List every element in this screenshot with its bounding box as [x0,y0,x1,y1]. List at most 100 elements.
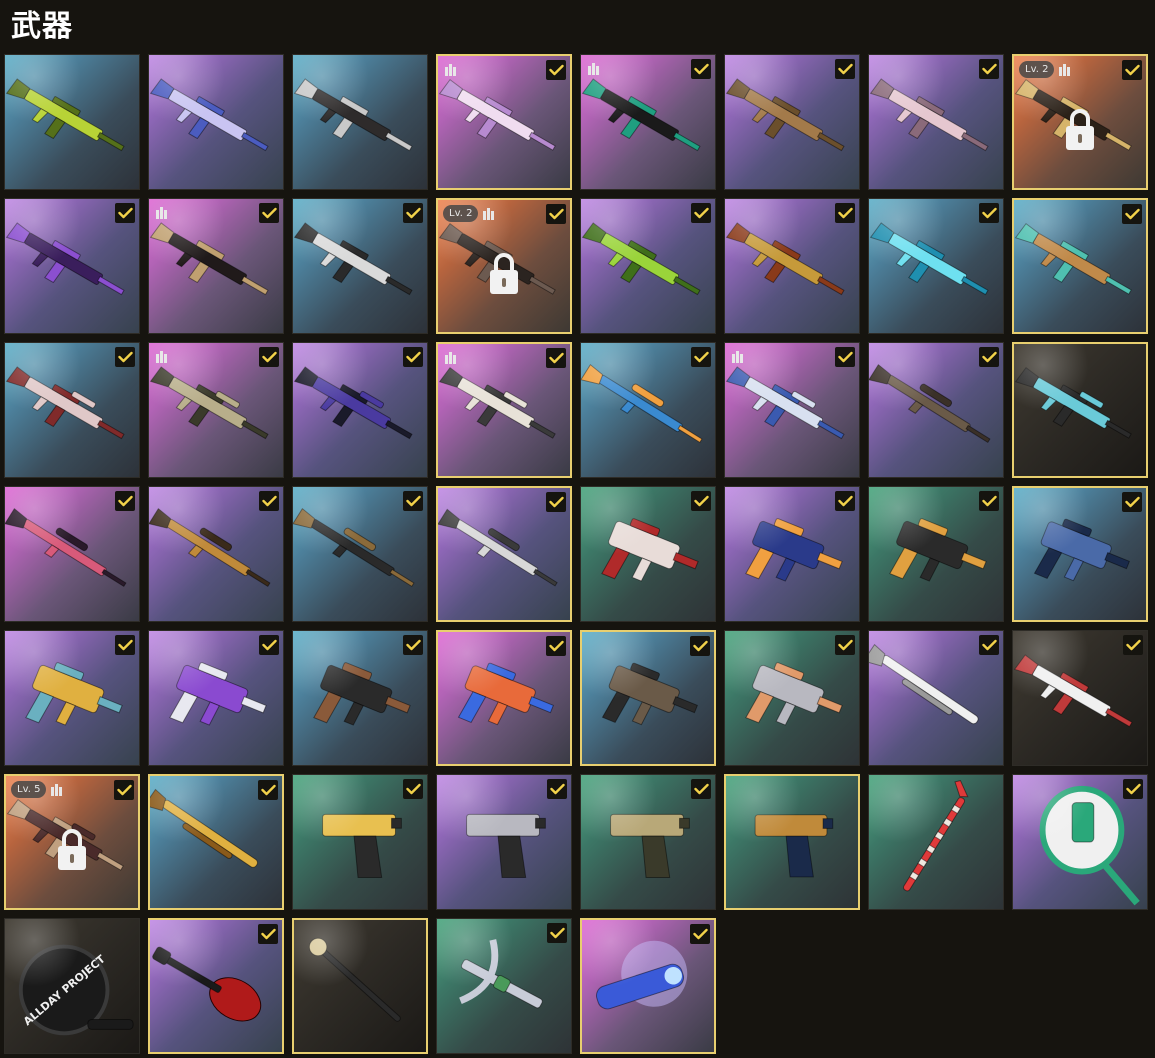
weapon-slot-smg-graffiti[interactable] [4,630,140,766]
checkmark-icon[interactable] [690,636,710,656]
checkmark-icon[interactable] [835,59,855,79]
checkmark-icon[interactable] [403,635,423,655]
weapon-slot-rifle-yellow-camo[interactable] [4,54,140,190]
checkmark-icon[interactable] [691,59,711,79]
weapon-slot-smg-rainbow[interactable] [436,630,572,766]
weapon-slot-dmr-khaki[interactable] [148,342,284,478]
weapon-slot-rifle-white-red[interactable] [1012,630,1148,766]
weapon-slot-rifle-gold-bullpup[interactable] [724,198,860,334]
weapon-slot-pistol-grey[interactable] [436,774,572,910]
upgrade-bars-icon [51,784,62,796]
checkmark-icon[interactable] [1123,635,1143,655]
weapon-slot-rifle-black-gold[interactable] [148,198,284,334]
weapon-slot-cane-gold[interactable] [292,918,428,1054]
weapon-slot-smg-blue-camo[interactable] [1012,486,1148,622]
checkmark-icon[interactable] [115,347,135,367]
checkmark-icon[interactable] [835,635,855,655]
weapon-slot-rifle-white-black[interactable] [292,198,428,334]
checkmark-icon[interactable] [403,491,423,511]
checkmark-icon[interactable] [1122,60,1142,80]
checkmark-icon[interactable] [691,203,711,223]
weapon-slot-dmr-dark-teal[interactable] [1012,342,1148,478]
weapon-slot-shotgun-gold[interactable] [148,774,284,910]
weapon-slot-pan-allday-project[interactable]: ALLDAY PROJECT [4,918,140,1054]
weapon-slot-lmg-camo[interactable] [580,630,716,766]
weapon-slot-rifle-green-lime[interactable] [580,198,716,334]
checkmark-icon[interactable] [258,924,278,944]
checkmark-icon[interactable] [546,204,566,224]
checkmark-icon[interactable] [1123,779,1143,799]
weapon-slot-smg-black-orange[interactable] [868,486,1004,622]
weapon-slot-rifle-cyan[interactable] [868,198,1004,334]
weapon-slot-rifle-teal-black[interactable] [580,54,716,190]
checkmark-icon[interactable] [259,491,279,511]
checkmark-icon[interactable] [979,635,999,655]
checkmark-icon[interactable] [979,59,999,79]
checkmark-icon[interactable] [403,779,423,799]
weapon-slot-racket-green[interactable] [1012,774,1148,910]
checkmark-icon[interactable] [114,780,134,800]
checkmark-icon[interactable] [690,924,710,944]
checkmark-icon[interactable] [835,203,855,223]
weapon-slot-pistol-tan[interactable] [580,774,716,910]
weapon-slot-pistol-deagle-gold[interactable] [292,774,428,910]
weapon-slot-sniper-pink[interactable] [4,486,140,622]
weapon-slot-sniper-white[interactable] [436,486,572,622]
weapon-slot-sniper-brown[interactable] [868,342,1004,478]
checkmark-icon[interactable] [979,347,999,367]
weapon-slot-dmr-floral[interactable] [4,342,140,478]
checkmark-icon[interactable] [115,491,135,511]
checkmark-icon[interactable] [546,636,566,656]
checkmark-icon[interactable] [258,780,278,800]
checkmark-icon[interactable] [691,491,711,511]
weapon-slot-rifle-m16-teal[interactable] [1012,198,1148,334]
weapon-slot-smg-white-red[interactable] [580,486,716,622]
weapon-slot-guitar-red[interactable] [148,918,284,1054]
weapon-slot-rifle-bronze[interactable] [724,54,860,190]
weapon-slot-dmr-purple[interactable] [292,342,428,478]
checkmark-icon[interactable] [835,347,855,367]
weapon-slot-crowbar-candy[interactable] [868,774,1004,910]
weapon-slot-launcher-blue-smoke[interactable] [580,918,716,1054]
weapon-slot-rifle-pink-floral[interactable] [868,54,1004,190]
checkmark-icon[interactable] [547,923,567,943]
checkmark-icon[interactable] [1122,492,1142,512]
weapon-slot-sniper-gold[interactable] [148,486,284,622]
checkmark-icon[interactable] [546,348,566,368]
checkmark-icon[interactable] [691,779,711,799]
weapon-slot-rifle-red-locked[interactable]: Lv. 5 [4,774,140,910]
weapon-slot-pistol-blue-orange[interactable] [724,486,860,622]
checkmark-icon[interactable] [259,347,279,367]
checkmark-icon[interactable] [403,347,423,367]
upgrade-bars-icon [588,63,599,75]
weapon-slot-shotgun-white[interactable] [868,630,1004,766]
checkmark-icon[interactable] [835,491,855,511]
checkmark-icon[interactable] [547,779,567,799]
checkmark-icon[interactable] [979,203,999,223]
weapon-slot-sniper-blue-orange[interactable] [580,342,716,478]
checkmark-icon[interactable] [691,347,711,367]
weapon-slot-rifle-gold-locked[interactable]: Lv. 2 [1012,54,1148,190]
weapon-slot-dmr-white[interactable] [436,342,572,478]
weapon-slot-dmr-blue-white[interactable] [724,342,860,478]
checkmark-icon[interactable] [115,635,135,655]
checkmark-icon[interactable] [546,492,566,512]
weapon-slot-smg-tommy[interactable] [292,630,428,766]
checkmark-icon[interactable] [403,203,423,223]
checkmark-icon[interactable] [259,203,279,223]
checkmark-icon[interactable] [1122,204,1142,224]
weapon-slot-shotgun-grey-orange[interactable] [724,630,860,766]
weapon-slot-pistol-leopard[interactable] [724,774,860,910]
weapon-slot-smg-purple-black[interactable] [4,198,140,334]
weapon-slot-rifle-white-blue[interactable] [148,54,284,190]
weapon-slot-rifle-pink-white[interactable] [436,54,572,190]
checkmark-icon[interactable] [546,60,566,80]
weapon-slot-sniper-black-wood[interactable] [292,486,428,622]
checkmark-icon[interactable] [979,491,999,511]
weapon-slot-crossbow-grey[interactable] [436,918,572,1054]
weapon-slot-smg-purple-white[interactable] [148,630,284,766]
weapon-slot-rifle-orange-locked[interactable]: Lv. 2 [436,198,572,334]
checkmark-icon[interactable] [259,635,279,655]
weapon-slot-rifle-black-white[interactable] [292,54,428,190]
checkmark-icon[interactable] [115,203,135,223]
